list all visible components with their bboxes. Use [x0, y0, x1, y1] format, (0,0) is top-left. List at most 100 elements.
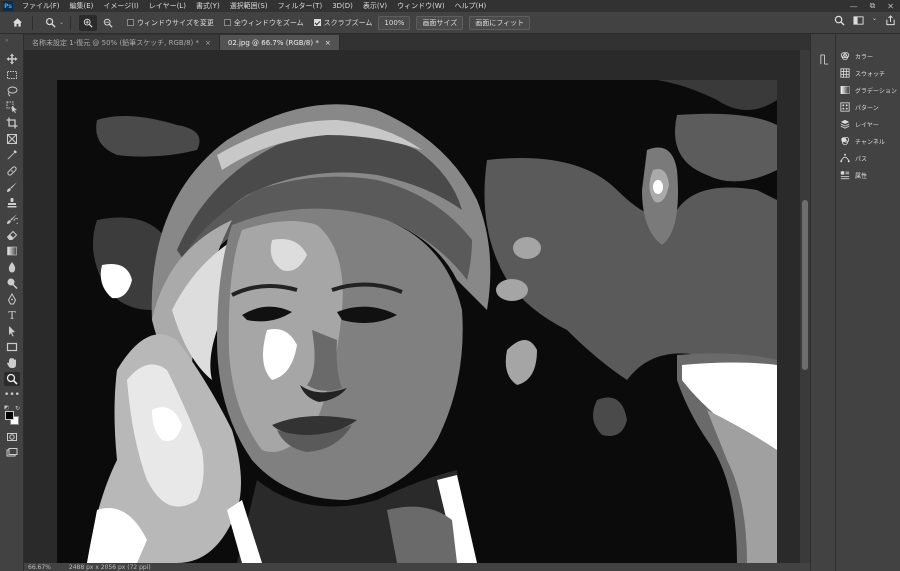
- panel-channels[interactable]: チャンネル: [840, 134, 885, 148]
- gradient-icon: [840, 85, 850, 95]
- panel-label: 属性: [855, 172, 868, 180]
- panel-color[interactable]: カラー: [840, 49, 873, 63]
- object-selection-tool-icon[interactable]: [4, 100, 20, 114]
- menu-select[interactable]: 選択範囲(S): [225, 1, 273, 11]
- zoom-out-icon[interactable]: [99, 15, 117, 31]
- panel-label: レイヤー: [855, 121, 879, 129]
- window-controls: — ⧉ ✕: [850, 0, 894, 12]
- panel-swatches[interactable]: スウォッチ: [840, 66, 885, 80]
- scrubby-zoom-label: スクラブズーム: [323, 18, 373, 27]
- properties-icon: [840, 170, 850, 180]
- share-icon[interactable]: [885, 15, 896, 29]
- panel-gradients[interactable]: グラデーション: [840, 83, 897, 97]
- menu-filter[interactable]: フィルター(T): [273, 1, 328, 11]
- tools-panel: » T ••• ◩ ↻: [0, 34, 24, 571]
- document-image[interactable]: [57, 80, 777, 563]
- zoom-level[interactable]: 66.67%: [28, 564, 51, 571]
- menu-image[interactable]: イメージ(I): [98, 1, 143, 11]
- foreground-color-swatch[interactable]: [5, 411, 14, 420]
- search-icon[interactable]: [834, 15, 845, 29]
- more-tools-icon[interactable]: •••: [4, 388, 20, 402]
- blur-tool-icon[interactable]: [4, 260, 20, 274]
- fit-screen-button[interactable]: 画面サイズ: [416, 15, 464, 30]
- fill-screen-button[interactable]: 画面にフィット: [469, 15, 531, 30]
- canvas-workspace[interactable]: [24, 50, 810, 563]
- panel-label: パターン: [855, 104, 879, 112]
- photoshop-logo-icon[interactable]: Ps: [3, 1, 13, 11]
- collapse-toolbar-icon[interactable]: »: [5, 37, 9, 44]
- checkbox-box[interactable]: [127, 19, 135, 26]
- crop-tool-icon[interactable]: [4, 116, 20, 130]
- zoom-tool-preset-icon[interactable]: [41, 15, 59, 31]
- checkbox-box[interactable]: [223, 19, 231, 26]
- panel-dock: カラー スウォッチ グラデーション パターン レイヤー チャンネル パス 属性: [836, 34, 900, 571]
- workspace-icon[interactable]: [853, 15, 864, 29]
- spot-healing-brush-icon[interactable]: [4, 164, 20, 178]
- screen-mode-icon[interactable]: [4, 446, 20, 460]
- panel-patterns[interactable]: パターン: [840, 100, 879, 114]
- menu-edit[interactable]: 編集(E): [65, 1, 99, 11]
- zoom-100-button[interactable]: 100%: [378, 15, 411, 30]
- close-window-button[interactable]: ✕: [887, 2, 894, 11]
- dodge-tool-icon[interactable]: [4, 276, 20, 290]
- history-panel-icon[interactable]: [819, 50, 830, 69]
- menu-3d[interactable]: 3D(D): [327, 2, 358, 10]
- frame-tool-icon[interactable]: [4, 132, 20, 146]
- menu-layer[interactable]: レイヤー(L): [144, 1, 191, 11]
- menu-view[interactable]: 表示(V): [358, 1, 392, 11]
- paths-icon: [840, 153, 850, 163]
- status-bar: 66.67% 2488 px x 2056 px (72 ppi): [24, 563, 810, 571]
- document-tab-active[interactable]: 02.jpg @ 66.7% (RGB/8) * ×: [219, 35, 340, 50]
- eyedropper-tool-icon[interactable]: [4, 148, 20, 162]
- lasso-tool-icon[interactable]: [4, 84, 20, 98]
- menu-help[interactable]: ヘルプ(H): [450, 1, 492, 11]
- menu-type[interactable]: 書式(Y): [191, 1, 225, 11]
- posterized-portrait-image: [57, 80, 777, 563]
- scrollbar-thumb[interactable]: [802, 200, 808, 370]
- zoom-in-icon[interactable]: [79, 14, 98, 31]
- gradient-tool-icon[interactable]: [4, 244, 20, 258]
- color-swatches: ◩ ↻: [4, 405, 22, 425]
- panel-paths[interactable]: パス: [840, 151, 867, 165]
- clone-stamp-tool-icon[interactable]: [4, 196, 20, 210]
- menu-bar: Ps ファイル(F) 編集(E) イメージ(I) レイヤー(L) 書式(Y) 選…: [0, 0, 900, 12]
- chevron-down-icon[interactable]: ⌄: [872, 15, 877, 29]
- hand-tool-icon[interactable]: [4, 356, 20, 370]
- divider: [32, 15, 33, 30]
- quick-mask-icon[interactable]: [4, 430, 20, 444]
- history-brush-tool-icon[interactable]: [4, 212, 20, 226]
- home-icon[interactable]: [8, 15, 26, 31]
- options-bar: ⌄ ウィンドウサイズを変更 全ウィンドウをズーム スクラブズーム 100% 画面…: [0, 12, 900, 34]
- menu-window[interactable]: ウィンドウ(W): [392, 1, 449, 11]
- resize-windows-label: ウィンドウサイズを変更: [137, 18, 214, 27]
- document-info[interactable]: 2488 px x 2056 px (72 ppi): [69, 564, 151, 571]
- document-tab-title: 名称未設定 1-復元 @ 50% (鉛筆スケッチ, RGB/8) *: [32, 38, 199, 47]
- resize-windows-checkbox[interactable]: ウィンドウサイズを変更: [127, 18, 214, 28]
- vertical-scrollbar[interactable]: [800, 50, 810, 563]
- document-tab[interactable]: 名称未設定 1-復元 @ 50% (鉛筆スケッチ, RGB/8) * ×: [24, 35, 220, 50]
- brush-tool-icon[interactable]: [4, 180, 20, 194]
- menu-file[interactable]: ファイル(F): [17, 1, 65, 11]
- close-icon[interactable]: ×: [205, 39, 211, 47]
- zoom-tool-icon[interactable]: [4, 372, 20, 386]
- panel-layers[interactable]: レイヤー: [840, 117, 879, 131]
- zoom-all-windows-checkbox[interactable]: 全ウィンドウをズーム: [223, 18, 304, 28]
- rectangle-tool-icon[interactable]: [4, 340, 20, 354]
- swatches-grid-icon: [840, 68, 850, 78]
- move-tool-icon[interactable]: [4, 52, 20, 66]
- pen-tool-icon[interactable]: [4, 292, 20, 306]
- path-selection-tool-icon[interactable]: [4, 324, 20, 338]
- collapsed-panel-strip: [810, 34, 836, 571]
- scrubby-zoom-checkbox[interactable]: スクラブズーム: [313, 18, 373, 28]
- close-icon[interactable]: ×: [325, 39, 331, 47]
- panel-properties[interactable]: 属性: [840, 168, 867, 182]
- checkbox-box-checked[interactable]: [313, 19, 321, 26]
- panel-label: パス: [855, 155, 868, 163]
- chevron-down-icon[interactable]: ⌄: [59, 19, 64, 26]
- restore-button[interactable]: ⧉: [870, 1, 876, 11]
- marquee-tool-icon[interactable]: [4, 68, 20, 82]
- type-tool-icon[interactable]: T: [4, 308, 20, 322]
- swap-colors-icon[interactable]: ↻: [15, 405, 20, 412]
- minimize-button[interactable]: —: [850, 2, 858, 11]
- eraser-tool-icon[interactable]: [4, 228, 20, 242]
